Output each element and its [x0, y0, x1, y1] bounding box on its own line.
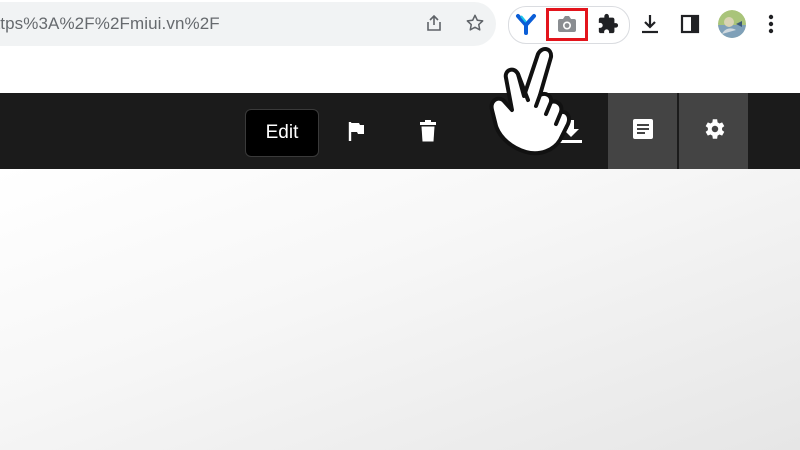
app-toolbar: Edit: [0, 93, 800, 169]
url-text[interactable]: l=https%3A%2F%2Fmiui.vn%2F: [0, 14, 220, 34]
highlight-box: [546, 8, 588, 41]
star-icon[interactable]: [464, 12, 486, 34]
notes-icon: [631, 117, 655, 146]
settings-button[interactable]: [679, 93, 748, 169]
trash-icon[interactable]: [410, 113, 446, 149]
edit-button[interactable]: Edit: [245, 109, 319, 157]
avatar[interactable]: [718, 10, 746, 38]
pointing-hand-icon: [478, 40, 578, 160]
flag-icon[interactable]: [338, 113, 374, 149]
address-bar[interactable]: l=https%3A%2F%2Fmiui.vn%2F: [0, 2, 496, 46]
y-logo-icon[interactable]: [512, 10, 540, 38]
page-content: [0, 169, 800, 450]
kebab-menu-icon[interactable]: [757, 10, 785, 38]
side-panel-icon[interactable]: [676, 10, 704, 38]
puzzle-icon[interactable]: [594, 10, 622, 38]
browser-toolbar: l=https%3A%2F%2Fmiui.vn%2F: [0, 0, 800, 50]
download-icon[interactable]: [636, 10, 664, 38]
gear-icon: [701, 116, 727, 147]
notes-button[interactable]: [608, 93, 677, 169]
share-icon[interactable]: [423, 12, 445, 34]
